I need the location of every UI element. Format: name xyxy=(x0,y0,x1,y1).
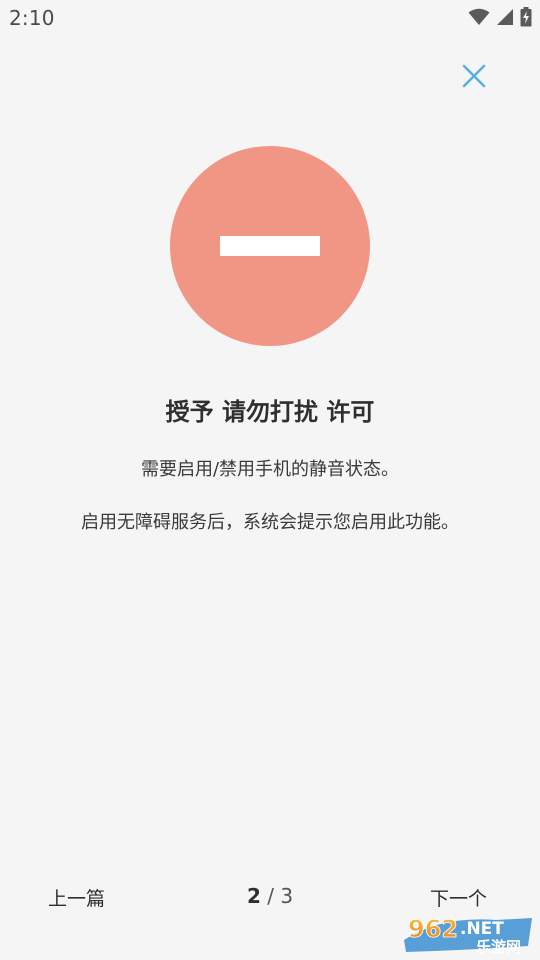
dnd-bar xyxy=(220,236,320,256)
battery-charging-icon xyxy=(520,7,532,31)
permission-title: 授予 请勿打扰 许可 xyxy=(165,398,375,426)
current-page: 2 xyxy=(246,884,261,908)
status-time: 2:10 xyxy=(9,6,55,30)
do-not-disturb-icon xyxy=(170,146,370,346)
permission-description-2: 启用无障碍服务后，系统会提示您启用此功能。 xyxy=(81,512,459,533)
status-bar: 2:10 xyxy=(0,0,540,36)
next-button[interactable]: 下一个 xyxy=(430,884,487,911)
permission-description-1: 需要启用/禁用手机的静音状态。 xyxy=(140,459,400,480)
total-pages: 3 xyxy=(280,884,294,908)
close-icon xyxy=(462,64,486,92)
svg-text:962: 962 xyxy=(408,915,458,943)
svg-text:.NET: .NET xyxy=(460,919,504,939)
status-icons xyxy=(468,7,532,31)
page-separator: / xyxy=(267,884,274,908)
screen: 2:10 授予 请勿打扰 许可 需要启用/禁用手机的静音状态。 启用无障碍服务后… xyxy=(0,0,540,960)
svg-text:乐游网: 乐游网 xyxy=(476,938,521,956)
wifi-icon xyxy=(468,8,490,30)
close-button[interactable] xyxy=(458,62,490,94)
cell-signal-icon xyxy=(496,8,514,30)
watermark-logo: 962 .NET 乐游网 xyxy=(400,910,536,956)
